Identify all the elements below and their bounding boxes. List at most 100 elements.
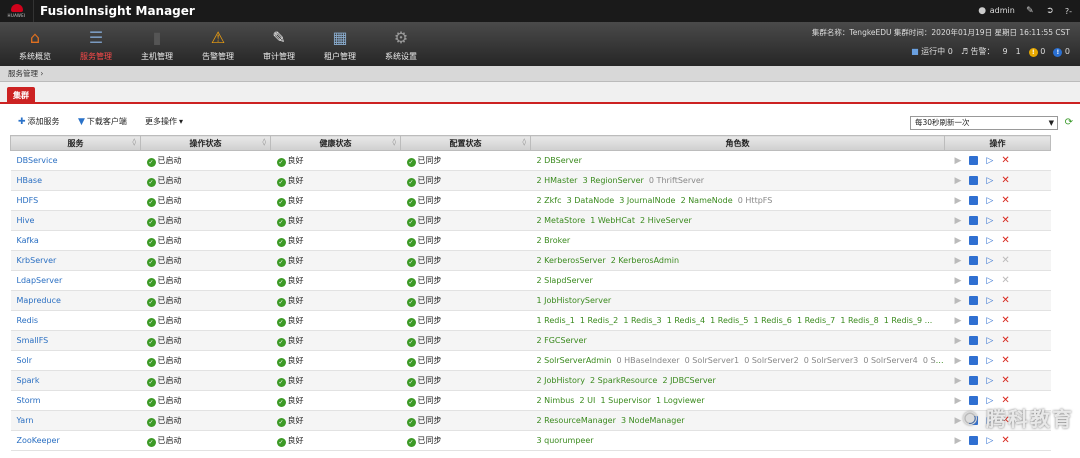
role-link[interactable]: 2 DBServer — [537, 156, 582, 165]
service-link[interactable]: HDFS — [17, 196, 39, 205]
role-link[interactable]: 2 SlapdServer — [537, 276, 593, 285]
restart-icon[interactable]: ▷ — [986, 376, 993, 386]
nav-item-tenant[interactable]: ▦ 租户管理 — [311, 22, 369, 66]
restart-icon[interactable]: ▷ — [986, 256, 993, 266]
role-link[interactable]: 1 Supervisor — [601, 396, 651, 405]
stop-icon[interactable] — [969, 376, 979, 385]
stop-icon[interactable] — [969, 336, 979, 345]
service-link[interactable]: Yarn — [17, 416, 34, 425]
delete-icon[interactable]: ✕ — [1001, 215, 1009, 226]
service-link[interactable]: SmallFS — [17, 336, 49, 345]
role-link[interactable]: 1 WebHCat — [590, 216, 635, 225]
stop-icon[interactable] — [969, 296, 979, 305]
service-link[interactable]: Solr — [17, 356, 32, 365]
stop-icon[interactable] — [969, 256, 979, 265]
role-link[interactable]: 1 Redis_4 — [667, 316, 705, 325]
service-link[interactable]: Mapreduce — [17, 296, 61, 305]
delete-icon[interactable]: ✕ — [1001, 315, 1009, 326]
role-link[interactable]: 2 ResourceManager — [537, 416, 616, 425]
start-icon[interactable]: ▶ — [955, 376, 962, 386]
restart-icon[interactable]: ▷ — [986, 436, 993, 446]
role-link[interactable]: 2 HMaster — [537, 176, 578, 185]
stop-icon[interactable] — [969, 436, 979, 445]
service-link[interactable]: Redis — [17, 316, 39, 325]
running-status[interactable]: ■ 运行中 0 — [911, 46, 953, 57]
role-link[interactable]: 2 SolrServerAdmin — [537, 356, 612, 365]
role-link[interactable]: 0 SolrServer2 — [744, 356, 798, 365]
service-link[interactable]: ZooKeeper — [17, 436, 60, 445]
help-menu[interactable]: ?- — [1065, 7, 1072, 16]
role-link[interactable]: 1 Redis_2 — [580, 316, 618, 325]
role-link[interactable]: 0 HBaseIndexer — [616, 356, 679, 365]
delete-icon[interactable]: ✕ — [1001, 435, 1009, 446]
role-link[interactable]: 2 JDBCServer — [662, 376, 715, 385]
role-link[interactable]: 3 NodeManager — [621, 416, 685, 425]
role-link[interactable]: 2 UI — [580, 396, 596, 405]
delete-icon[interactable]: ✕ — [1001, 235, 1009, 246]
service-link[interactable]: DBService — [17, 156, 58, 165]
alarm-warning[interactable]: ! 0 — [1053, 47, 1070, 57]
role-link[interactable]: 2 KerberosAdmin — [611, 256, 679, 265]
delete-icon[interactable]: ✕ — [1001, 335, 1009, 346]
delete-icon[interactable]: ✕ — [1001, 275, 1009, 286]
restart-icon[interactable]: ▷ — [986, 156, 993, 166]
stop-icon[interactable] — [969, 356, 979, 365]
role-link[interactable]: 2 JobHistory — [537, 376, 585, 385]
restart-icon[interactable]: ▷ — [986, 296, 993, 306]
role-link[interactable]: 0 SolrServer1 — [685, 356, 739, 365]
service-link[interactable]: Hive — [17, 216, 35, 225]
start-icon[interactable]: ▶ — [955, 436, 962, 446]
nav-item-warning[interactable]: ⚠ 告警管理 — [189, 22, 247, 66]
service-link[interactable]: LdapServer — [17, 276, 63, 285]
stop-icon[interactable] — [969, 196, 979, 205]
role-link[interactable]: 2 NameNode — [681, 196, 733, 205]
nav-item-service[interactable]: ☰ 服务管理 — [67, 22, 125, 66]
role-link[interactable]: 2 Nimbus — [537, 396, 575, 405]
restart-icon[interactable]: ▷ — [986, 176, 993, 186]
delete-icon[interactable]: ✕ — [1001, 155, 1009, 166]
stop-icon[interactable] — [969, 316, 979, 325]
stop-icon[interactable] — [969, 216, 979, 225]
role-link[interactable]: 1 Redis_7 — [797, 316, 835, 325]
restart-icon[interactable]: ▷ — [986, 236, 993, 246]
refresh-icon[interactable]: ⟳ — [1065, 117, 1073, 128]
delete-icon[interactable]: ✕ — [1001, 255, 1009, 266]
start-icon[interactable]: ▶ — [955, 336, 962, 346]
delete-icon[interactable]: ✕ — [1001, 355, 1009, 366]
restart-icon[interactable]: ▷ — [986, 276, 993, 286]
start-icon[interactable]: ▶ — [955, 196, 962, 206]
user-menu[interactable]: ● admin — [977, 6, 1015, 16]
stop-icon[interactable] — [969, 156, 979, 165]
role-link[interactable]: 0 SolrServer3 — [804, 356, 858, 365]
restart-icon[interactable]: ▷ — [986, 356, 993, 366]
role-link[interactable]: 0 ThriftServer — [649, 176, 704, 185]
delete-icon[interactable]: ✕ — [1001, 175, 1009, 186]
role-link[interactable]: 2 HiveServer — [640, 216, 692, 225]
role-link[interactable]: 3 DataNode — [567, 196, 615, 205]
nav-item-gear[interactable]: ⚙ 系统设置 — [372, 22, 430, 66]
role-link[interactable]: 3 JournalNode — [619, 196, 675, 205]
start-icon[interactable]: ▶ — [955, 316, 962, 326]
add-service-button[interactable]: ✚ 添加服务 — [18, 116, 60, 127]
role-link[interactable]: 1 Redis_6 — [754, 316, 792, 325]
col-health[interactable]: 健康状态 ◊ — [270, 135, 401, 151]
download-client-button[interactable]: ▼ 下载客户端 — [78, 116, 127, 127]
restart-icon[interactable]: ▷ — [986, 316, 993, 326]
restart-icon[interactable]: ▷ — [986, 216, 993, 226]
col-op-status[interactable]: 操作状态 ◊ — [140, 135, 271, 151]
role-link[interactable]: 2 KerberosServer — [537, 256, 606, 265]
refresh-interval-select[interactable]: 每30秒刷新一次 ▼ — [910, 116, 1058, 130]
service-link[interactable]: KrbServer — [17, 256, 57, 265]
start-icon[interactable]: ▶ — [955, 176, 962, 186]
role-link[interactable]: 1 Redis_3 — [623, 316, 661, 325]
delete-icon[interactable]: ✕ — [1001, 295, 1009, 306]
role-link[interactable]: 1 Logviewer — [656, 396, 705, 405]
start-icon[interactable]: ▶ — [955, 156, 962, 166]
tab-cluster[interactable]: 集群 — [7, 87, 35, 104]
delete-icon[interactable]: ✕ — [1001, 375, 1009, 386]
role-link[interactable]: 1 Redis_5 — [710, 316, 748, 325]
role-link[interactable]: 1 JobHistoryServer — [537, 296, 612, 305]
alarm-status[interactable]: ♬ 告警： — [961, 46, 995, 57]
delete-icon[interactable]: ✕ — [1001, 195, 1009, 206]
logout-icon[interactable]: ➲ — [1045, 6, 1055, 16]
